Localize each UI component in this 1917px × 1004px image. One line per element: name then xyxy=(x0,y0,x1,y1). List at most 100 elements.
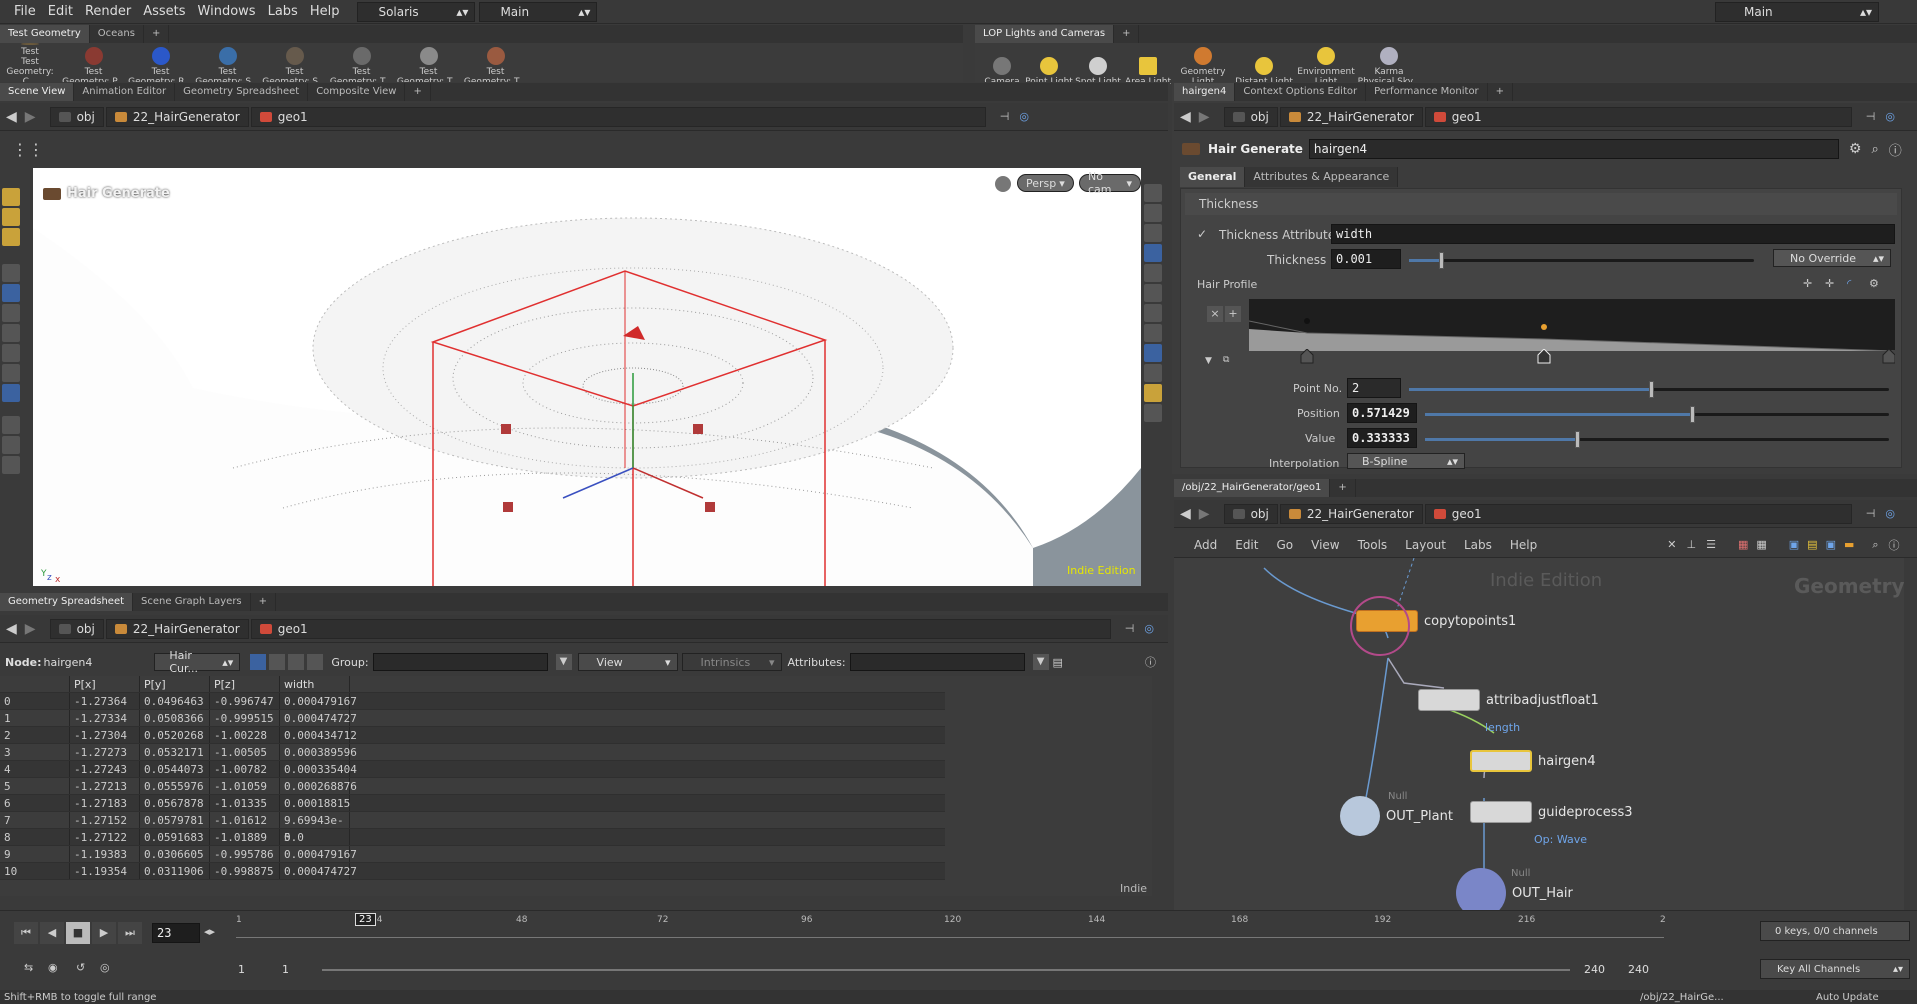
key-all-channels-dropdown[interactable]: Key All Channels ▴▾ xyxy=(1760,959,1910,979)
net-menu-add[interactable]: Add xyxy=(1194,538,1217,552)
subtab-attributes[interactable]: Attributes & Appearance xyxy=(1245,167,1399,187)
table-row[interactable]: 9 -1.19383 0.0306605 -0.995786 0.000479167 xyxy=(0,846,945,863)
move-point-icon[interactable]: ✛ xyxy=(1803,277,1812,290)
checkbox-thickness-attr[interactable]: ✓ xyxy=(1197,227,1207,241)
menu-labs[interactable]: Labs xyxy=(262,4,304,19)
stop-icon[interactable]: ■ xyxy=(66,922,90,944)
node-out-hair[interactable]: OUT_Hair xyxy=(1456,868,1573,910)
options-icon[interactable]: ▤ xyxy=(1053,656,1063,669)
crumb-hairgen[interactable]: 22_HairGenerator xyxy=(105,106,249,127)
detail-mode-icon[interactable] xyxy=(307,654,324,670)
hair-profile-ramp[interactable] xyxy=(1249,299,1895,351)
add-tab-icon[interactable]: + xyxy=(1330,479,1356,497)
tool-test-geometry-s2[interactable]: TestGeometry: S... xyxy=(261,43,328,87)
forward-icon[interactable]: ▶ xyxy=(25,109,36,125)
tab-context-options[interactable]: Context Options Editor xyxy=(1235,83,1367,101)
arrow-select-icon[interactable] xyxy=(2,264,20,282)
attributes-field[interactable] xyxy=(849,653,1025,671)
guideprocess-node-box[interactable] xyxy=(1470,801,1532,823)
lighting-icon[interactable] xyxy=(1144,204,1162,222)
net-menu-edit[interactable]: Edit xyxy=(1235,538,1258,552)
source-dropdown[interactable]: Hair Cur... ▴▾ xyxy=(154,649,241,675)
crumb-obj[interactable]: obj xyxy=(1223,106,1278,127)
node-guideprocess[interactable]: guideprocess3 xyxy=(1470,801,1633,823)
add-tab-icon[interactable]: + xyxy=(251,593,277,611)
hairgen-node-box[interactable] xyxy=(1470,750,1532,772)
layout-icon[interactable] xyxy=(1144,384,1162,402)
view-tool-icon[interactable] xyxy=(2,208,20,226)
settings-icon[interactable]: ⚙ xyxy=(1869,277,1879,290)
viewport-lock-icon[interactable] xyxy=(995,176,1011,192)
null-node-icon[interactable] xyxy=(1340,796,1380,836)
step-back-icon[interactable]: ◀ xyxy=(40,922,64,944)
add-point-icon[interactable]: ✛ xyxy=(1825,277,1834,290)
right-desktop-dropdown[interactable]: Main ▴▾ xyxy=(1715,1,1879,22)
net-menu-layout[interactable]: Layout xyxy=(1405,538,1446,552)
timeline-ruler[interactable]: 1 24 48 72 96 120 144 168 192 216 2 23 xyxy=(236,911,1666,947)
note-icon[interactable]: ▤ xyxy=(1807,538,1817,551)
tool-test-geometry-r[interactable]: TestGeometry: R... xyxy=(127,43,194,87)
crumb-hairgen[interactable]: 22_HairGenerator xyxy=(1279,106,1423,127)
search-icon[interactable]: ⌕ xyxy=(1872,538,1878,552)
forward-icon[interactable]: ▶ xyxy=(1199,506,1210,522)
back-icon[interactable]: ◀ xyxy=(6,109,17,125)
tab-animation-editor[interactable]: Animation Editor xyxy=(74,83,176,101)
position-slider[interactable] xyxy=(1425,406,1889,423)
range-slider[interactable] xyxy=(322,969,1570,971)
forward-icon[interactable]: ▶ xyxy=(25,621,36,637)
net-menu-labs[interactable]: Labs xyxy=(1464,538,1492,552)
realtime-icon[interactable]: ⇆ xyxy=(24,961,33,974)
override-dropdown[interactable]: No Override ▴▾ xyxy=(1773,249,1891,267)
menu-edit[interactable]: Edit xyxy=(42,4,79,19)
gear-icon[interactable]: ⚙ xyxy=(1849,141,1862,157)
grid-icon[interactable]: ▦ xyxy=(1738,538,1748,551)
crumb-geo1[interactable]: geo1 xyxy=(250,618,1111,639)
crumb-obj[interactable]: obj xyxy=(49,106,104,127)
guide-icon[interactable] xyxy=(1144,344,1162,362)
tab-scene-graph-layers[interactable]: Scene Graph Layers xyxy=(133,593,251,611)
snap-icon[interactable] xyxy=(2,416,20,434)
interpolation-dropdown[interactable]: B-Spline ▴▾ xyxy=(1347,453,1465,469)
list-icon[interactable]: ☰ xyxy=(1706,538,1716,551)
sphere-icon[interactable] xyxy=(2,456,20,474)
play-icon[interactable]: ▶ xyxy=(92,922,116,944)
node-attribadjust[interactable]: attribadjustfloat1 xyxy=(1418,689,1599,711)
frame-step-icon[interactable]: ◂▸ xyxy=(204,925,215,938)
tab-performance-monitor[interactable]: Performance Monitor xyxy=(1366,83,1488,101)
tool-geometry-light[interactable]: Geometry Light xyxy=(1173,43,1233,87)
table-row[interactable]: 1 -1.27334 0.0508366 -0.999515 0.000474727 xyxy=(0,710,945,727)
status-path[interactable]: /obj/22_HairGe... xyxy=(1640,992,1724,1003)
ghost-icon[interactable] xyxy=(1144,304,1162,322)
camera-icon[interactable] xyxy=(1144,224,1162,242)
thickness-slider[interactable] xyxy=(1409,252,1754,269)
menu-windows[interactable]: Windows xyxy=(192,4,262,19)
forward-icon[interactable]: ▶ xyxy=(1199,109,1210,125)
template-icon[interactable] xyxy=(1144,324,1162,342)
loop-icon[interactable]: ↺ xyxy=(76,961,85,974)
crumb-geo1[interactable]: geo1 xyxy=(250,106,986,127)
point-no-field[interactable]: 2 xyxy=(1347,378,1401,398)
tool-distant-light[interactable]: Distant Light xyxy=(1233,43,1295,87)
range-end2-field[interactable]: 240 xyxy=(1628,963,1649,976)
brush-icon[interactable] xyxy=(2,436,20,454)
collapse-icon[interactable]: ▼ xyxy=(1205,356,1212,366)
vertices-mode-icon[interactable] xyxy=(269,654,286,670)
add-point-button[interactable]: + xyxy=(1225,306,1241,322)
group-field[interactable] xyxy=(372,653,548,671)
table-row[interactable]: 7 -1.27152 0.0579781 -1.01612 9.69943e-5 xyxy=(0,812,945,844)
subtab-general[interactable]: General xyxy=(1180,167,1246,187)
menu-file[interactable]: File xyxy=(8,4,42,19)
desktop-dropdown[interactable]: Solaris ▴▾ xyxy=(357,1,476,22)
net-menu-help[interactable]: Help xyxy=(1510,538,1537,552)
back-icon[interactable]: ◀ xyxy=(6,621,17,637)
net-menu-view[interactable]: View xyxy=(1311,538,1339,552)
filter-icon[interactable]: ▼ xyxy=(1032,654,1049,670)
delete-point-icon[interactable]: × xyxy=(1207,306,1223,322)
search-icon[interactable]: ⌕ xyxy=(1871,142,1878,157)
box-icon[interactable]: ▬ xyxy=(1844,538,1854,551)
wire-icon[interactable] xyxy=(1144,264,1162,282)
tool-test-geometry-t3[interactable]: TestGeometry: T... xyxy=(462,43,529,87)
scale-icon[interactable] xyxy=(2,344,20,362)
link-icon[interactable]: ⧉ xyxy=(1223,355,1229,365)
crumb-obj[interactable]: obj xyxy=(49,618,104,639)
